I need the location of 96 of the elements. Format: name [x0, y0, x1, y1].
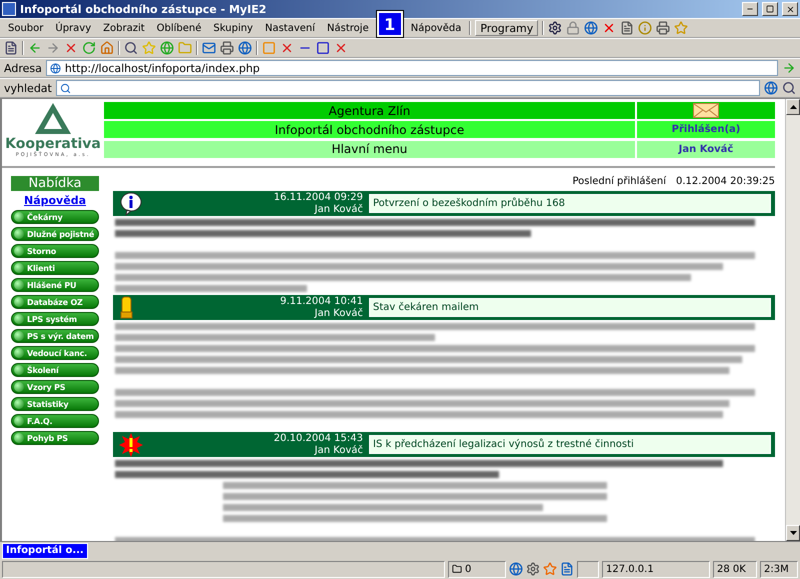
- menu-item[interactable]: Zobrazit: [99, 22, 149, 34]
- search-icon[interactable]: [124, 41, 138, 55]
- warning-icon: [119, 432, 143, 456]
- close-all-icon[interactable]: [334, 41, 348, 55]
- star-icon[interactable]: [543, 562, 557, 576]
- menu-item[interactable]: Skupiny: [209, 22, 257, 34]
- globe-icon[interactable]: [238, 41, 252, 55]
- info-bubble-icon: [119, 192, 143, 216]
- page-tab[interactable]: Infoportál o...: [2, 542, 88, 558]
- menu-item[interactable]: Nastavení: [260, 22, 320, 34]
- maximize-button[interactable]: [762, 2, 778, 16]
- status-size: 28 0K: [713, 560, 757, 578]
- news-title[interactable]: Stav čekáren mailem: [367, 296, 773, 319]
- news-author: Jan Kováč: [314, 308, 363, 320]
- info-icon[interactable]: [638, 21, 652, 35]
- globe-icon[interactable]: [764, 81, 778, 95]
- number-badge: 1: [376, 11, 403, 37]
- last-login-label: Poslední přihlášení: [572, 176, 666, 187]
- news-title[interactable]: Potvrzení o bezeškodním průběhu 168: [367, 192, 773, 215]
- new-page-icon[interactable]: [4, 41, 18, 55]
- up-arrow-icon: [790, 105, 796, 109]
- sidebar-item[interactable]: Vedoucí kanc.: [11, 346, 99, 360]
- status-panel: [577, 560, 599, 578]
- programs-button[interactable]: Programy: [475, 20, 538, 36]
- scrollbar[interactable]: [785, 99, 800, 541]
- news-title[interactable]: IS k předcházení legalizaci výnosů z trestné činnosti: [367, 433, 773, 456]
- news-date: 20.10.2004 15:43: [274, 432, 363, 444]
- status-count: 0: [448, 560, 506, 578]
- address-label: Adresa: [4, 62, 42, 74]
- forward-icon[interactable]: [46, 41, 60, 55]
- gear-icon[interactable]: [526, 562, 540, 576]
- printer-icon[interactable]: [220, 41, 234, 55]
- header-title: Hlavní menu: [104, 140, 635, 158]
- window-title: Infoportál obchodního zástupce - MyIE2: [20, 2, 268, 16]
- sidebar-item[interactable]: Klienti: [11, 261, 99, 275]
- stop-icon[interactable]: [64, 41, 78, 55]
- header-title: Infoportál obchodního zástupce: [104, 121, 635, 138]
- status-memory: 2:3M: [760, 560, 798, 578]
- sidebar-item[interactable]: Databáze OZ: [11, 295, 99, 309]
- printer-icon[interactable]: [656, 21, 670, 35]
- menu-item[interactable]: Oblíbené: [152, 22, 206, 34]
- search-icon[interactable]: [782, 81, 796, 95]
- minimize-button[interactable]: [742, 2, 758, 16]
- folder-icon: [452, 564, 462, 574]
- app-icon: [2, 2, 16, 16]
- news-date: 16.11.2004 09:29: [274, 192, 363, 204]
- globe-icon: [50, 62, 61, 74]
- document-icon[interactable]: [560, 562, 574, 576]
- news-author: Jan Kováč: [314, 204, 363, 216]
- sidebar-item[interactable]: LPS systém: [11, 312, 99, 326]
- close-tab-icon[interactable]: [280, 41, 294, 55]
- search-icon: [60, 82, 71, 94]
- sidebar-item[interactable]: Školení: [11, 363, 99, 377]
- scroll-down-button[interactable]: [786, 525, 800, 541]
- sidebar-item[interactable]: Vzory PS: [11, 380, 99, 394]
- restore-icon[interactable]: [316, 41, 330, 55]
- sidebar-item[interactable]: Hlášené PU: [11, 278, 99, 292]
- maximize-icon: [766, 5, 774, 13]
- globe-icon[interactable]: [584, 21, 598, 35]
- search-field[interactable]: [56, 80, 760, 96]
- home-icon[interactable]: [100, 41, 114, 55]
- star-icon[interactable]: [674, 21, 688, 35]
- logo-icon: [33, 102, 73, 136]
- envelope-icon[interactable]: [693, 103, 719, 118]
- logo-name: Kooperativa: [5, 136, 101, 152]
- sidebar-item[interactable]: Čekárny: [11, 210, 99, 224]
- close-button[interactable]: [782, 2, 798, 16]
- header-title: Agentura Zlín: [104, 102, 635, 119]
- network-icon[interactable]: [509, 562, 523, 576]
- sidebar-item[interactable]: Storno: [11, 244, 99, 258]
- sidebar-item[interactable]: F.A.Q.: [11, 414, 99, 428]
- gear-icon[interactable]: [548, 21, 562, 35]
- mailbox-icon: [119, 296, 135, 320]
- close-icon: [786, 4, 794, 14]
- status-ip: 127.0.0.1: [602, 560, 710, 578]
- help-link[interactable]: Nápověda: [11, 194, 99, 207]
- sidebar-item[interactable]: Pohyb PS: [11, 431, 99, 445]
- menu-item[interactable]: Nástroje: [323, 22, 373, 34]
- sidebar-item[interactable]: Statistiky: [11, 397, 99, 411]
- mail-icon[interactable]: [202, 41, 216, 55]
- search-label: vyhledat: [4, 82, 52, 94]
- last-login-value: 0.12.2004 20:39:25: [676, 176, 775, 187]
- address-field[interactable]: http://localhost/infoporta/index.php: [46, 60, 778, 76]
- down-arrow-icon: [790, 531, 796, 535]
- sidebar-title: Nabídka: [11, 176, 99, 191]
- menu-item[interactable]: Soubor: [4, 22, 48, 34]
- news-date: 9.11.2004 10:41: [280, 296, 363, 308]
- scroll-up-button[interactable]: [786, 99, 800, 115]
- menu-item[interactable]: Nápověda: [406, 22, 466, 34]
- sidebar-item[interactable]: PS s výr. datem: [11, 329, 99, 343]
- sidebar-item[interactable]: Dlužné pojistné: [11, 227, 99, 241]
- menu-item[interactable]: Úpravy: [51, 22, 96, 34]
- news-author: Jan Kováč: [314, 444, 363, 456]
- document-icon[interactable]: [620, 21, 634, 35]
- header-link[interactable]: Jan Kováč: [637, 140, 775, 158]
- header-link[interactable]: Přihlášen(a): [637, 121, 775, 138]
